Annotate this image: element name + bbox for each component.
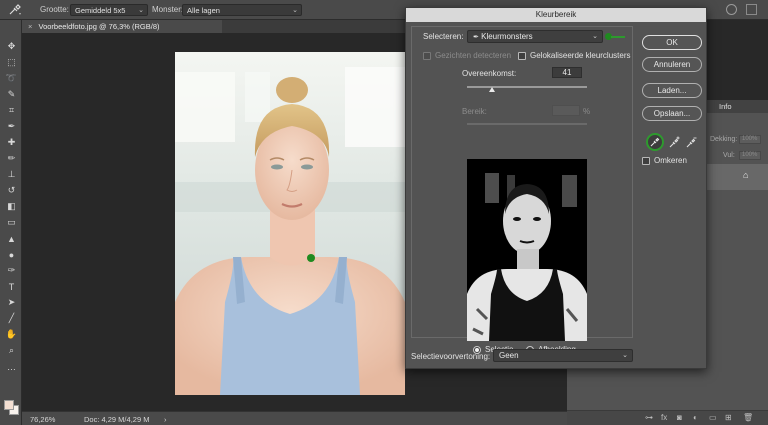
sample-label: Monster: bbox=[152, 5, 184, 14]
eyedropper-plus-icon[interactable] bbox=[667, 134, 683, 150]
more-tools-icon[interactable]: … bbox=[6, 361, 17, 372]
load-button[interactable]: Laden... bbox=[642, 83, 702, 98]
size-select[interactable]: Gemiddeld 5x5 ⌄ bbox=[70, 4, 148, 16]
layer-row[interactable]: ⌂ bbox=[707, 164, 768, 190]
move-tool-icon[interactable]: ✥ bbox=[6, 41, 17, 52]
sample-select-value: Alle lagen bbox=[187, 6, 220, 15]
sample-point-marker bbox=[307, 254, 315, 262]
blur-tool-icon[interactable]: ▲ bbox=[6, 233, 17, 244]
mask-icon[interactable]: ◙ bbox=[677, 413, 682, 422]
eyedropper-minus-icon[interactable] bbox=[684, 134, 700, 150]
eyedropper-tool-icon[interactable] bbox=[8, 4, 22, 16]
tab-info[interactable]: Info bbox=[719, 102, 732, 111]
dialog-body: Selecteren: ✒ Kleurmonsters ⌄ Gezichten … bbox=[411, 26, 633, 354]
detect-faces-label: Gezichten detecteren bbox=[435, 51, 512, 60]
foreground-color-swatch[interactable] bbox=[4, 400, 14, 410]
type-tool-icon[interactable]: T bbox=[6, 281, 17, 292]
opacity-field[interactable]: 100% bbox=[739, 135, 761, 144]
link-icon[interactable]: ⊶ bbox=[645, 413, 653, 422]
selection-preview bbox=[467, 159, 587, 341]
line-tool-icon[interactable]: ╱ bbox=[6, 313, 17, 324]
color-range-dialog: Kleurbereik Selecteren: ✒ Kleurmonsters … bbox=[405, 7, 707, 369]
eyedropper-tool-icon[interactable]: ✒ bbox=[6, 121, 17, 132]
trash-icon[interactable]: 🗑 bbox=[743, 413, 753, 422]
select-label: Selecteren: bbox=[423, 32, 464, 41]
search-icon[interactable] bbox=[726, 4, 737, 15]
range-input[interactable] bbox=[552, 105, 580, 116]
pen-tool-icon[interactable]: ✑ bbox=[6, 265, 17, 276]
size-label: Grootte: bbox=[40, 5, 69, 14]
fill-label: Vul: bbox=[723, 152, 735, 159]
path-selection-tool-icon[interactable]: ➤ bbox=[6, 297, 17, 308]
dialog-title: Kleurbereik bbox=[406, 8, 706, 22]
new-layer-icon[interactable]: ⊞ bbox=[725, 413, 732, 422]
close-icon[interactable]: × bbox=[28, 22, 32, 31]
fill-field[interactable]: 100% bbox=[739, 151, 761, 160]
preview-mode-label: Selectievoorvertoning: bbox=[411, 352, 491, 361]
fx-icon[interactable]: fx bbox=[661, 413, 667, 422]
crop-tool-icon[interactable]: ⌗ bbox=[6, 105, 17, 116]
zoom-tool-icon[interactable]: ⌕ bbox=[6, 345, 17, 356]
preview-mode-value: Geen bbox=[499, 351, 519, 360]
save-button[interactable]: Opslaan... bbox=[642, 106, 702, 121]
layers-panel-footer: ⊶ fx ◙ ◐ ▭ ⊞ 🗑 bbox=[567, 410, 768, 425]
size-select-value: Gemiddeld 5x5 bbox=[75, 6, 126, 15]
localized-clusters-checkbox[interactable] bbox=[518, 52, 526, 60]
chevron-down-icon: ⌄ bbox=[622, 352, 628, 359]
quick-selection-tool-icon[interactable]: ✎ bbox=[6, 89, 17, 100]
gradient-tool-icon[interactable]: ▭ bbox=[6, 217, 17, 228]
document-size-info: Doc: 4,29 M/4,29 M bbox=[84, 415, 150, 424]
cancel-button[interactable]: Annuleren bbox=[642, 57, 702, 72]
fuzziness-input[interactable]: 41 bbox=[552, 67, 582, 78]
zoom-readout[interactable]: 76,26% bbox=[30, 415, 55, 424]
mask-preview-image bbox=[467, 159, 587, 341]
brush-tool-icon[interactable]: ✏ bbox=[6, 153, 17, 164]
hand-tool-icon[interactable]: ✋ bbox=[6, 329, 17, 340]
chevron-right-icon[interactable]: › bbox=[164, 415, 167, 424]
document-tab-title: Voorbeeldfoto.jpg @ 76,3% (RGB/8) bbox=[38, 22, 160, 31]
marquee-tool-icon[interactable]: ⬚ bbox=[6, 57, 17, 68]
lock-icon: ⌂ bbox=[743, 170, 749, 180]
document-photo[interactable] bbox=[175, 52, 405, 395]
document-tab[interactable]: × Voorbeeldfoto.jpg @ 76,3% (RGB/8) bbox=[22, 20, 222, 33]
healing-brush-tool-icon[interactable]: ✚ bbox=[6, 137, 17, 148]
eyedropper-icon[interactable] bbox=[646, 133, 664, 151]
chevron-down-icon: ⌄ bbox=[592, 33, 598, 40]
select-dropdown[interactable]: ✒ Kleurmonsters ⌄ bbox=[467, 30, 603, 43]
folder-icon[interactable]: ▭ bbox=[709, 413, 717, 422]
workspace-icon[interactable] bbox=[746, 4, 757, 15]
chevron-down-icon: ⌄ bbox=[292, 7, 298, 14]
chevron-down-icon: ⌄ bbox=[138, 7, 144, 14]
preview-mode-select[interactable]: Geen ⌄ bbox=[493, 349, 633, 362]
invert-label: Omkeren bbox=[654, 156, 687, 165]
fuzziness-label: Overeenkomst: bbox=[462, 69, 517, 78]
localized-clusters-label: Gelokaliseerde kleurclusters bbox=[530, 51, 631, 60]
opacity-label: Dekking: bbox=[710, 136, 738, 143]
portrait-image bbox=[175, 52, 405, 395]
range-label: Bereik: bbox=[462, 107, 487, 116]
history-brush-tool-icon[interactable]: ↺ bbox=[6, 185, 17, 196]
sample-select[interactable]: Alle lagen ⌄ bbox=[182, 4, 302, 16]
lasso-tool-icon[interactable]: ➰ bbox=[6, 73, 17, 84]
dodge-tool-icon[interactable]: ● bbox=[6, 249, 17, 260]
fuzziness-slider-thumb[interactable] bbox=[488, 87, 495, 92]
adjustment-icon[interactable]: ◐ bbox=[693, 413, 698, 422]
callout-line bbox=[611, 36, 625, 38]
fuzziness-slider-track[interactable] bbox=[467, 86, 587, 88]
toolbox: ✥ ⬚ ➰ ✎ ⌗ ✒ ✚ ✏ ⊥ ↺ ◧ ▭ ▲ ● ✑ T ➤ ╱ ✋ ⌕ … bbox=[0, 20, 22, 425]
detect-faces-checkbox[interactable] bbox=[423, 52, 431, 60]
eraser-tool-icon[interactable]: ◧ bbox=[6, 201, 17, 212]
invert-checkbox[interactable] bbox=[642, 157, 650, 165]
select-dropdown-value: Kleurmonsters bbox=[481, 32, 533, 41]
clone-stamp-tool-icon[interactable]: ⊥ bbox=[6, 169, 17, 180]
range-slider-track[interactable] bbox=[467, 123, 587, 125]
status-bar: 76,26% Doc: 4,29 M/4,29 M › bbox=[22, 411, 567, 425]
eyedropper-icon: ✒ bbox=[473, 34, 479, 41]
range-unit: % bbox=[583, 107, 591, 116]
ok-button[interactable]: OK bbox=[642, 35, 702, 50]
